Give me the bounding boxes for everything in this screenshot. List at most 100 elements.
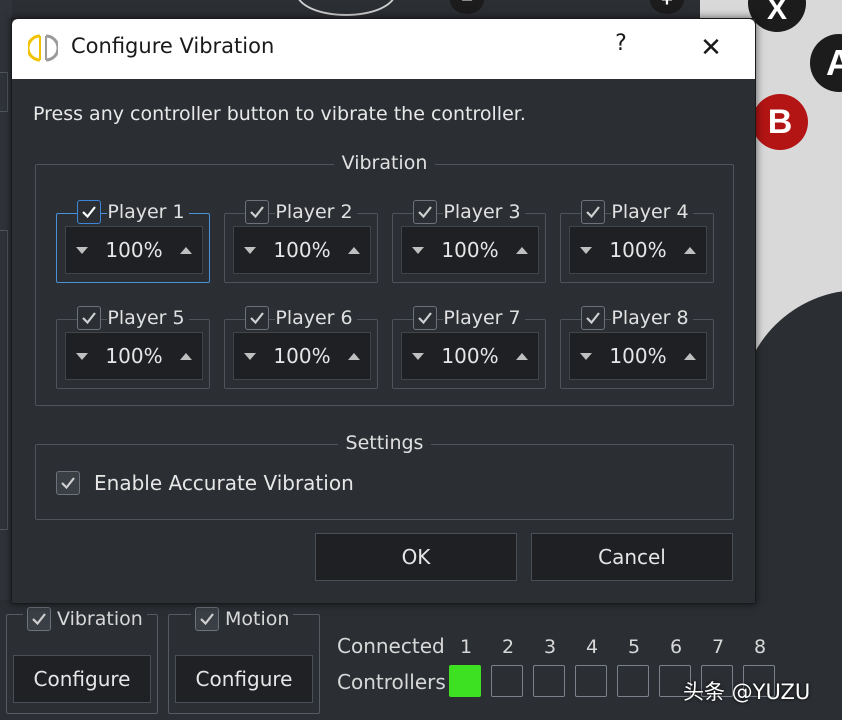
decrease-arrow-icon[interactable] [580, 352, 592, 360]
player-2-strength-value[interactable]: 100% [273, 238, 330, 262]
player-7-strength-value[interactable]: 100% [441, 344, 498, 368]
player-5-box: Player 5 100% [56, 306, 210, 389]
motion-checkbox[interactable] [195, 607, 219, 631]
controller-number: 1 [459, 636, 473, 658]
controller-3-indicator[interactable] [533, 665, 565, 697]
increase-arrow-icon[interactable] [516, 246, 528, 254]
accurate-vibration-label[interactable]: Enable Accurate Vibration [94, 471, 354, 495]
player-7-checkbox[interactable] [413, 306, 438, 330]
checkmark-icon [32, 613, 46, 626]
controller-number: 7 [711, 636, 725, 658]
dialog-titlebar[interactable]: Configure Vibration ? ✕ [12, 19, 755, 79]
increase-arrow-icon[interactable] [684, 246, 696, 254]
checkmark-icon [61, 477, 75, 490]
player-8-label: Player 8 [611, 307, 693, 329]
motion-settings-group: Motion Configure [168, 607, 320, 714]
player-7-label: Player 7 [443, 307, 525, 329]
controller-number: 3 [543, 636, 557, 658]
controller-5-indicator[interactable] [617, 665, 649, 697]
player-1-strength-value[interactable]: 100% [105, 238, 162, 262]
settings-group: Settings Enable Accurate Vibration [35, 432, 734, 520]
player-5-strength-value[interactable]: 100% [105, 344, 162, 368]
player-1-box: Player 1 100% [56, 200, 210, 283]
minus-button-graphic: − [450, 0, 484, 14]
cancel-button[interactable]: Cancel [531, 533, 733, 581]
watermark: 头条 @YUZU [683, 680, 811, 704]
increase-arrow-icon[interactable] [348, 352, 360, 360]
controller-1-connected-indicator[interactable] [449, 665, 481, 697]
player-3-strength-value[interactable]: 100% [441, 238, 498, 262]
ok-button[interactable]: OK [315, 533, 517, 581]
player-1-checkbox[interactable] [77, 200, 102, 224]
player-6-strength-value[interactable]: 100% [273, 344, 330, 368]
decrease-arrow-icon[interactable] [412, 352, 424, 360]
player-8-strength-value[interactable]: 100% [609, 344, 666, 368]
checkmark-icon [418, 312, 433, 325]
accurate-vibration-option[interactable]: Enable Accurate Vibration [56, 471, 354, 495]
player-4-label: Player 4 [611, 201, 693, 223]
player-5-strength-spinbox[interactable]: 100% [65, 332, 203, 380]
player-4-strength-spinbox[interactable]: 100% [569, 226, 707, 274]
plus-button-graphic: + [650, 0, 684, 14]
settings-group-title: Settings [36, 432, 733, 454]
configure-vibration-button[interactable]: Configure [13, 655, 151, 703]
increase-arrow-icon[interactable] [516, 352, 528, 360]
player-6-label: Player 6 [275, 307, 357, 329]
help-button[interactable]: ? [606, 31, 636, 65]
controller-number: 4 [585, 636, 599, 658]
player-5-label: Player 5 [107, 307, 189, 329]
controller-4-indicator[interactable] [575, 665, 607, 697]
checkmark-icon [586, 312, 601, 325]
checkmark-icon [418, 206, 433, 219]
vibration-legend: Vibration [23, 607, 147, 631]
vibration-group: Vibration Player 1 100% Player 2 100% Pl… [35, 152, 734, 406]
player-1-strength-spinbox[interactable]: 100% [65, 226, 203, 274]
configure-vibration-dialog: Configure Vibration ? ✕ Press any contro… [11, 18, 756, 604]
increase-arrow-icon[interactable] [180, 246, 192, 254]
controller-number: 6 [669, 636, 683, 658]
motion-legend: Motion [191, 607, 294, 631]
dialog-title: Configure Vibration [71, 34, 275, 58]
checkmark-icon [200, 613, 214, 626]
checkmark-icon [82, 206, 97, 219]
decrease-arrow-icon[interactable] [412, 246, 424, 254]
close-button[interactable]: ✕ [694, 31, 728, 65]
decrease-arrow-icon[interactable] [580, 246, 592, 254]
controllers-label: Controllers [337, 670, 446, 694]
b-button-graphic[interactable]: B [752, 94, 808, 150]
connected-label: Connected [337, 634, 445, 658]
player-3-label: Player 3 [443, 201, 525, 223]
player-8-checkbox[interactable] [581, 306, 606, 330]
configure-motion-button[interactable]: Configure [175, 655, 313, 703]
increase-arrow-icon[interactable] [684, 352, 696, 360]
instruction-text: Press any controller button to vibrate t… [33, 103, 526, 125]
player-5-checkbox[interactable] [77, 306, 102, 330]
player-8-strength-spinbox[interactable]: 100% [569, 332, 707, 380]
player-3-strength-spinbox[interactable]: 100% [401, 226, 539, 274]
motion-label: Motion [225, 608, 290, 630]
decrease-arrow-icon[interactable] [76, 352, 88, 360]
player-3-checkbox[interactable] [413, 200, 438, 224]
player-6-box: Player 6 100% [224, 306, 378, 389]
player-4-checkbox[interactable] [581, 200, 606, 224]
increase-arrow-icon[interactable] [180, 352, 192, 360]
checkmark-icon [586, 206, 601, 219]
player-2-box: Player 2 100% [224, 200, 378, 283]
vibration-checkbox[interactable] [27, 607, 51, 631]
decrease-arrow-icon[interactable] [244, 352, 256, 360]
controller-2-indicator[interactable] [491, 665, 523, 697]
increase-arrow-icon[interactable] [348, 246, 360, 254]
player-2-strength-spinbox[interactable]: 100% [233, 226, 371, 274]
decrease-arrow-icon[interactable] [244, 246, 256, 254]
player-8-box: Player 8 100% [560, 306, 714, 389]
player-4-strength-value[interactable]: 100% [609, 238, 666, 262]
decrease-arrow-icon[interactable] [76, 246, 88, 254]
player-2-checkbox[interactable] [245, 200, 270, 224]
accurate-vibration-checkbox[interactable] [56, 471, 80, 495]
player-6-strength-spinbox[interactable]: 100% [233, 332, 371, 380]
player-6-checkbox[interactable] [245, 306, 270, 330]
player-7-strength-spinbox[interactable]: 100% [401, 332, 539, 380]
checkmark-icon [250, 206, 265, 219]
controller-number: 5 [627, 636, 641, 658]
vibration-label: Vibration [57, 608, 143, 630]
